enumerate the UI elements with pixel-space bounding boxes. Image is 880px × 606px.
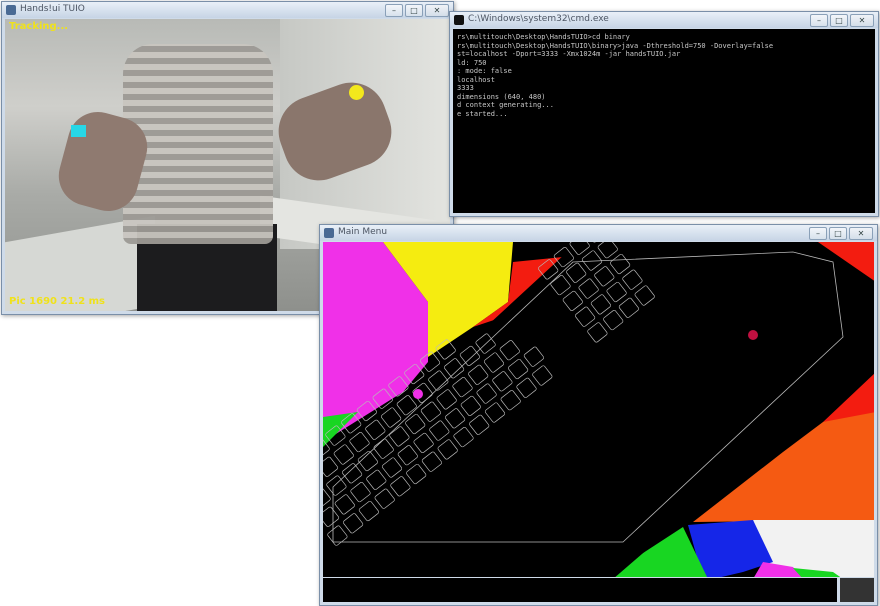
console-line: 3333 (457, 84, 474, 92)
finger-marker-red (748, 330, 758, 340)
close-button[interactable]: ✕ (425, 4, 449, 17)
console-line: st=localhost -Dport=3333 -Xmx1024m -jar … (457, 50, 681, 58)
keyboard-scene[interactable] (323, 242, 874, 577)
console-line: e started... (457, 109, 508, 118)
close-button[interactable]: ✕ (849, 227, 873, 240)
main-menu-title: Main Menu (338, 227, 388, 237)
close-button[interactable]: ✕ (850, 14, 874, 27)
finger-marker-magenta (413, 389, 423, 399)
main-menu-titlebar[interactable]: Main Menu – □ ✕ (320, 225, 877, 241)
console-icon (454, 15, 464, 25)
app-icon (324, 228, 334, 238)
tracked-hand-right-marker (349, 85, 364, 100)
camera-window-titlebar[interactable]: Hands!ui TUIO – □ ✕ (2, 2, 453, 18)
console-output[interactable]: rs\multitouch\Desktop\HandsTUIO>cd binar… (453, 29, 875, 213)
tracking-status-label: Tracking... (9, 21, 69, 32)
minimize-button[interactable]: – (385, 4, 403, 17)
app-icon (6, 5, 16, 15)
minimize-button[interactable]: – (809, 227, 827, 240)
maximize-button[interactable]: □ (405, 4, 423, 17)
console-line: localhost (457, 75, 495, 84)
console-line: d context generating... (457, 101, 554, 109)
console-line: rs\multitouch\Desktop\HandsTUIO>cd binar… (457, 33, 630, 41)
camera-window-title: Hands!ui TUIO (20, 4, 85, 14)
console-line: ld: 750 (457, 58, 487, 67)
minimize-button[interactable]: – (810, 14, 828, 27)
frame-stats-label: Pic 1690 21.2 ms (9, 296, 106, 307)
console-window-titlebar[interactable]: C:\Windows\system32\cmd.exe – □ ✕ (450, 12, 878, 28)
maximize-button[interactable]: □ (830, 14, 848, 27)
console-line: : mode: false (457, 67, 512, 75)
console-line: rs\multitouch\Desktop\HandsTUIO\binary>j… (457, 41, 774, 50)
console-line: dimensions (640, 480) (457, 92, 546, 101)
main-canvas[interactable] (323, 242, 874, 577)
maximize-button[interactable]: □ (829, 227, 847, 240)
status-corner (840, 578, 874, 602)
console-window[interactable]: C:\Windows\system32\cmd.exe – □ ✕ rs\mul… (449, 11, 879, 217)
main-menu-window[interactable]: Main Menu – □ ✕ (319, 224, 878, 606)
console-window-title: C:\Windows\system32\cmd.exe (468, 14, 609, 24)
status-bar (323, 578, 837, 602)
tracked-hand-left-marker (71, 125, 86, 137)
